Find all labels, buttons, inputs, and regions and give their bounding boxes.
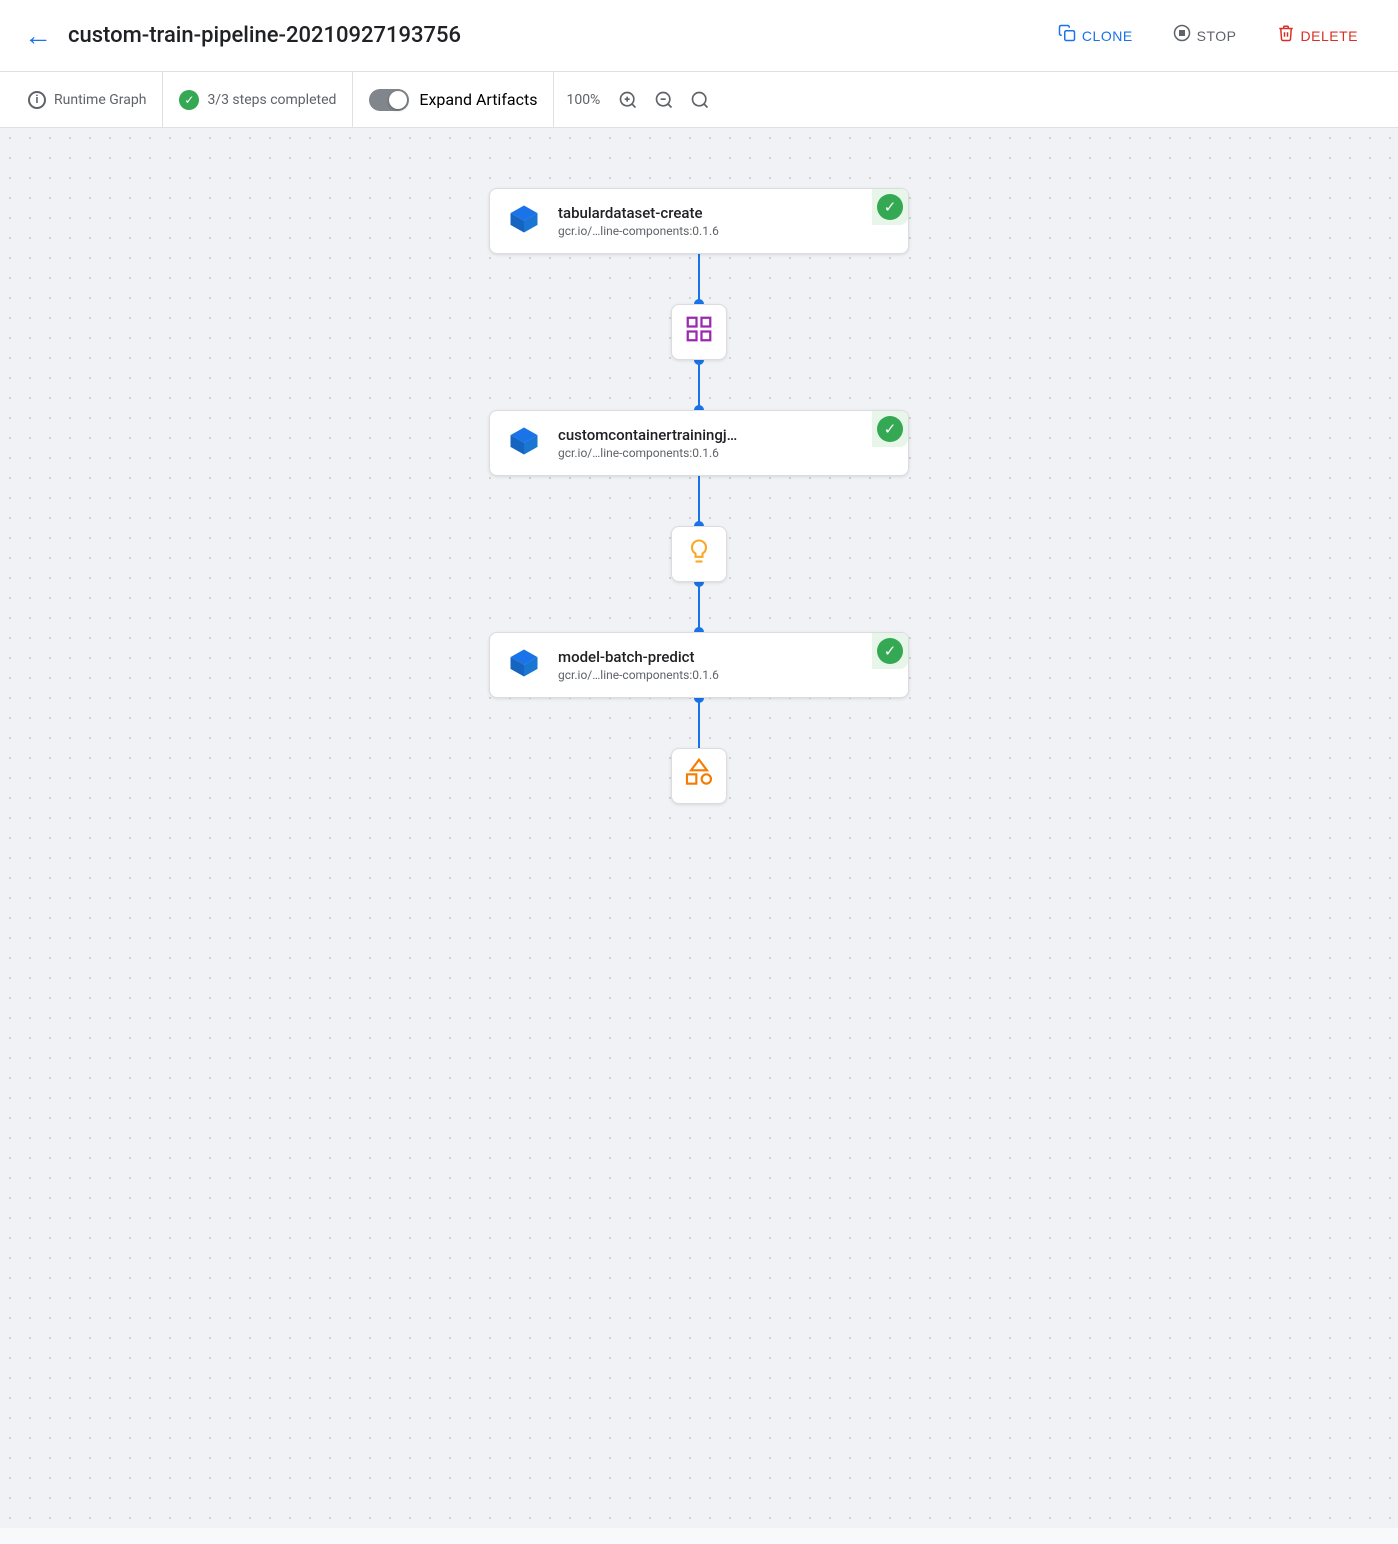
header: ← custom-train-pipeline-20210927193756 C… (0, 0, 1398, 72)
pipeline-canvas: tabulardataset-create gcr.io/…line-compo… (0, 128, 1398, 1528)
toggle-switch[interactable] (369, 89, 409, 111)
connector-4 (698, 582, 700, 632)
runtime-graph-tab[interactable]: i Runtime Graph (20, 72, 163, 127)
clone-button[interactable]: CLONE (1042, 16, 1149, 55)
stop-button[interactable]: STOP (1157, 16, 1253, 55)
connector-1 (698, 254, 700, 304)
zoom-out-button[interactable] (648, 84, 680, 116)
clone-icon (1058, 24, 1076, 47)
back-button[interactable]: ← (24, 20, 52, 52)
zoom-controls: 100% (554, 72, 728, 127)
expand-artifacts-label: Expand Artifacts (419, 90, 537, 109)
node-1-title: tabulardataset-create (558, 204, 856, 222)
node-3-title: model-batch-predict (558, 648, 856, 666)
delete-label: DELETE (1301, 28, 1358, 44)
connector-line-4 (698, 582, 700, 632)
toolbar: i Runtime Graph ✓ 3/3 steps completed Ex… (0, 72, 1398, 128)
zoom-level: 100% (566, 92, 600, 108)
pipeline-node-2[interactable]: customcontainertrainingj… gcr.io/…line-c… (489, 410, 909, 476)
artifact-node-3[interactable] (671, 748, 727, 804)
node-3-status: ✓ (872, 633, 908, 669)
runtime-graph-label: Runtime Graph (54, 92, 146, 108)
node-1-status: ✓ (872, 189, 908, 225)
steps-check-icon: ✓ (179, 90, 199, 110)
pipeline-node-3[interactable]: model-batch-predict gcr.io/…line-compone… (489, 632, 909, 698)
pipeline: tabulardataset-create gcr.io/…line-compo… (489, 188, 909, 864)
connector-line-1 (698, 254, 700, 304)
grid-icon (684, 314, 714, 351)
node-2-status: ✓ (872, 411, 908, 447)
pipeline-node-1[interactable]: tabulardataset-create gcr.io/…line-compo… (489, 188, 909, 254)
node-2-subtitle: gcr.io/…line-components:0.1.6 (558, 446, 856, 460)
connector-3 (698, 476, 700, 526)
node-1-check-icon: ✓ (877, 194, 903, 220)
artifact-node-2[interactable] (671, 526, 727, 582)
page-title: custom-train-pipeline-20210927193756 (68, 23, 1026, 48)
node-1-content: tabulardataset-create gcr.io/…line-compo… (558, 204, 856, 238)
node-3-icon (506, 645, 546, 685)
zoom-reset-button[interactable] (684, 84, 716, 116)
node-3-content: model-batch-predict gcr.io/…line-compone… (558, 648, 856, 682)
node-1-icon (506, 201, 546, 241)
bulb-icon (685, 537, 713, 572)
info-icon: i (28, 91, 46, 109)
delete-button[interactable]: DELETE (1261, 16, 1374, 55)
steps-completed-item: ✓ 3/3 steps completed (163, 72, 353, 127)
stop-label: STOP (1197, 28, 1237, 44)
header-actions: CLONE STOP DELETE (1042, 16, 1374, 55)
node-2-check-icon: ✓ (877, 416, 903, 442)
node-2-title: customcontainertrainingj… (558, 426, 856, 444)
connector-line-3 (698, 476, 700, 526)
connector-5 (698, 698, 700, 748)
node-2-content: customcontainertrainingj… gcr.io/…line-c… (558, 426, 856, 460)
expand-artifacts-toggle[interactable]: Expand Artifacts (353, 72, 554, 127)
connector-line-2 (698, 360, 700, 410)
artifact-node-1[interactable] (671, 304, 727, 360)
clone-label: CLONE (1082, 28, 1133, 44)
shapes-icon (683, 757, 715, 795)
node-1-subtitle: gcr.io/…line-components:0.1.6 (558, 224, 856, 238)
node-2-icon (506, 423, 546, 463)
stop-icon (1173, 24, 1191, 47)
node-3-check-icon: ✓ (877, 638, 903, 664)
node-3-subtitle: gcr.io/…line-components:0.1.6 (558, 668, 856, 682)
zoom-in-button[interactable] (612, 84, 644, 116)
delete-icon (1277, 24, 1295, 47)
connector-2 (698, 360, 700, 410)
connector-line-5 (698, 698, 700, 748)
steps-completed-label: 3/3 steps completed (207, 92, 336, 108)
